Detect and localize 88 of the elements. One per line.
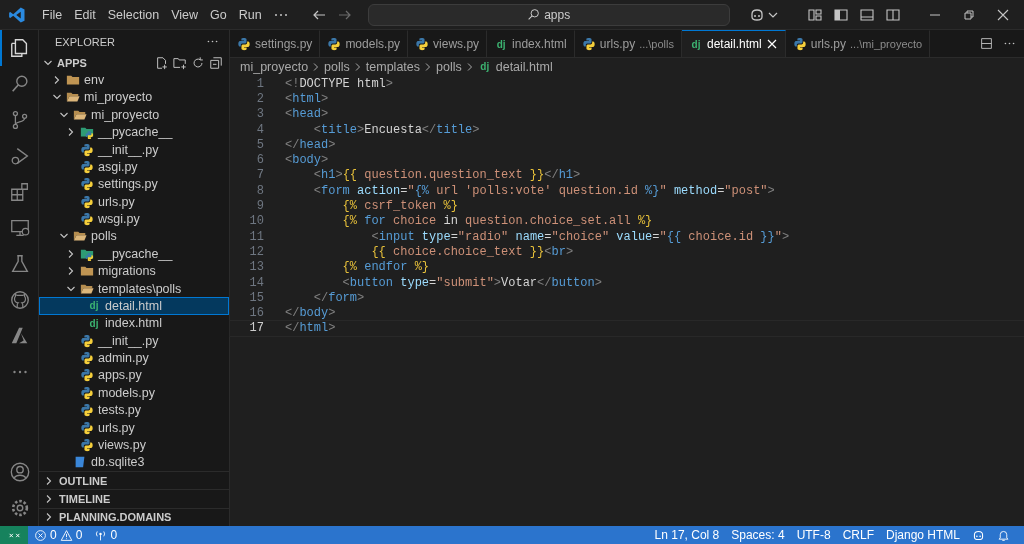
tree-item[interactable]: __pycache__	[39, 245, 229, 263]
status-item[interactable]: Ln 17, Col 8	[648, 528, 726, 542]
menu-item[interactable]: Edit	[68, 4, 102, 25]
status-item[interactable]: Django HTML	[879, 528, 966, 542]
status-item[interactable]: CRLF	[836, 528, 880, 542]
tree-item[interactable]: views.py	[39, 436, 229, 454]
tree-item[interactable]: mi_proyecto	[39, 106, 229, 124]
breadcrumb-item[interactable]: polls	[324, 59, 350, 74]
panel-header[interactable]: PLANNING.DOMAINS	[59, 511, 172, 524]
line-number: 6	[255, 153, 264, 168]
tree-item[interactable]: apps.py	[39, 366, 229, 385]
tree-item[interactable]: urls.py	[39, 418, 229, 437]
panel-header[interactable]: TIMELINE	[59, 493, 111, 506]
code-line: </html>	[285, 321, 336, 336]
section-header[interactable]: APPS	[57, 56, 87, 69]
tree-item[interactable]: migrations	[39, 262, 229, 280]
status-item[interactable]: Spaces: 4	[725, 528, 791, 542]
line-number: 9	[255, 199, 264, 213]
django-icon: dj	[87, 317, 101, 329]
line-number: 13	[248, 260, 264, 275]
code-line: </head>	[285, 137, 336, 152]
menu-item[interactable]: Go	[204, 4, 233, 25]
ports-count[interactable]: 0	[110, 528, 118, 542]
tree-item[interactable]: wsgi.py	[39, 210, 229, 228]
tree-item[interactable]: __pycache__	[39, 123, 229, 141]
code-line: <button type="submit">Votar</button>	[341, 275, 602, 290]
tree-item[interactable]: polls	[39, 227, 229, 246]
tree-item[interactable]: models.py	[39, 384, 229, 402]
line-number: 10	[248, 214, 264, 229]
tree-item[interactable]: asgi.py	[39, 158, 229, 176]
breadcrumb-item[interactable]: templates	[365, 59, 420, 74]
django-icon: dj	[494, 38, 509, 50]
code-line: {{ choice.choice_text }}<br>	[370, 244, 574, 259]
search-field[interactable]: apps	[367, 3, 730, 26]
line-number: 3	[255, 107, 264, 122]
code-line: </body>	[285, 306, 336, 321]
line-number: 8	[255, 183, 264, 198]
line-number: 14	[248, 275, 264, 290]
tree-item[interactable]: __init__.py	[39, 140, 229, 159]
tree-item[interactable]: dj detail.html	[39, 297, 229, 315]
code-line: {% for choice in question.choice_set.all %}	[341, 214, 653, 229]
panel-header[interactable]: OUTLINE	[59, 474, 108, 487]
line-number: 7	[255, 168, 264, 183]
breadcrumb-item[interactable]: mi_proyecto	[240, 59, 309, 74]
warning-count: 0	[75, 528, 83, 542]
line-number: 11	[248, 229, 264, 244]
sidebar-title: EXPLORER	[55, 35, 115, 48]
django-icon: dj	[477, 61, 492, 72]
line-number: 5	[255, 137, 264, 152]
tree-item[interactable]: tests.py	[39, 401, 229, 419]
code-line: <h1>{{ question.question_text }}</h1>	[312, 168, 581, 183]
error-count: 0	[50, 528, 57, 542]
tree-item[interactable]: templates\polls	[39, 279, 229, 298]
tree-item[interactable]: db.sqlite3	[39, 453, 229, 472]
code-line: <html>	[285, 91, 329, 106]
tree-item[interactable]: mi_proyecto	[39, 88, 229, 107]
django-icon: dj	[87, 300, 101, 312]
line-number: 12	[248, 244, 264, 259]
editor-tab[interactable]: dj detail.html	[682, 30, 786, 57]
code-line: {% endfor %}	[341, 260, 430, 275]
code-line: <form action="{% url 'polls:vote' question.id %}" method="post">	[312, 183, 775, 198]
tree-item[interactable]: env	[39, 71, 229, 89]
django-icon: dj	[689, 38, 703, 50]
code-line: <input type="radio" name="choice" value="{{ choice.id }}">	[370, 229, 790, 244]
menu-item[interactable]: View	[165, 4, 204, 25]
line-number: 4	[255, 122, 264, 137]
tree-item[interactable]: dj index.html	[39, 314, 229, 333]
code-line: {% csrf_token %}	[341, 199, 458, 213]
tree-item[interactable]: admin.py	[39, 349, 229, 367]
status-item[interactable]: UTF-8	[790, 528, 837, 542]
line-number: 15	[248, 290, 264, 305]
menu-item[interactable]: Run	[232, 4, 268, 25]
line-number: 16	[248, 306, 264, 321]
line-number: 2	[255, 91, 264, 106]
line-number: 1	[255, 76, 264, 91]
tree-item[interactable]: urls.py	[39, 193, 229, 211]
tree-item[interactable]: settings.py	[39, 175, 229, 194]
tree-item[interactable]: __init__.py	[39, 332, 229, 350]
breadcrumb-item[interactable]: polls	[436, 59, 462, 74]
code-line: <title>Encuesta</title>	[312, 122, 480, 137]
breadcrumb-item[interactable]: detail.html	[495, 59, 553, 74]
line-number: 17	[248, 321, 264, 336]
menu-item[interactable]: File	[36, 4, 69, 25]
code-line: </form>	[312, 290, 365, 305]
code-line: <!DOCTYPE html>	[285, 76, 394, 91]
code-line: <body>	[285, 153, 329, 168]
code-line: <head>	[285, 107, 329, 122]
menu-item[interactable]: Selection	[101, 4, 166, 25]
